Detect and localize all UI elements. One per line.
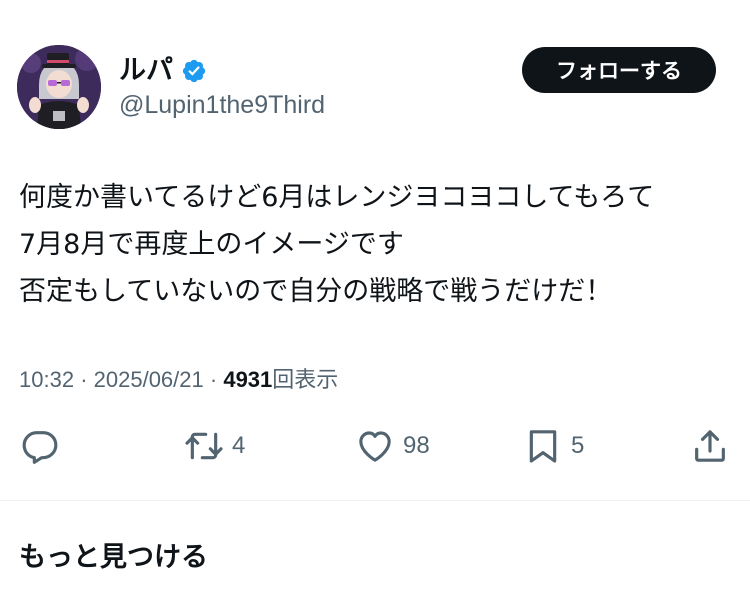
author-display-name[interactable]: ルパ — [119, 56, 173, 86]
author-name-row: ルパ — [119, 56, 207, 86]
action-bar: 4 98 5 — [0, 420, 750, 476]
heart-icon — [359, 431, 391, 462]
like-button[interactable]: 98 — [355, 426, 430, 466]
meta-separator: · — [209, 367, 218, 392]
retweet-button[interactable]: 4 — [184, 426, 245, 466]
like-count: 98 — [403, 432, 430, 459]
tweet-date[interactable]: 2025/06/21 — [94, 367, 204, 392]
views-label: 回表示 — [272, 367, 339, 392]
section-divider — [0, 500, 750, 501]
retweet-count: 4 — [232, 432, 246, 459]
share-icon — [695, 430, 725, 462]
tweet-text-line: 7月8月で再度上のイメージです — [19, 229, 404, 260]
reply-icon — [22, 431, 58, 464]
share-button[interactable] — [690, 426, 730, 466]
tweet-meta: 10:32 · 2025/06/21 · 4931回表示 — [19, 362, 338, 398]
tweet-text: 何度か書いてるけど6月はレンジヨコヨコしてもろて 7月8月で再度上のイメージです… — [19, 174, 734, 315]
tweet-text-line: 何度か書いてるけど6月はレンジヨコヨコしてもろて — [19, 182, 655, 213]
reply-button[interactable] — [20, 426, 60, 466]
tweet-text-line: 否定もしていないので自分の戦略で戦うだけだ！ — [19, 276, 613, 307]
bookmark-count: 5 — [571, 432, 585, 459]
views-count: 4931 — [223, 367, 273, 392]
avatar-image — [17, 45, 101, 129]
retweet-icon — [185, 432, 223, 460]
follow-button[interactable]: フォローする — [522, 47, 716, 93]
verified-badge-icon — [182, 59, 206, 83]
bookmark-icon — [529, 430, 557, 463]
author-handle[interactable]: @Lupin1the9Third — [119, 90, 325, 120]
tweet-time[interactable]: 10:32 — [19, 367, 74, 392]
bookmark-button[interactable]: 5 — [523, 426, 584, 466]
meta-separator: · — [80, 367, 88, 392]
discover-more-heading: もっと見つける — [19, 542, 208, 573]
author-avatar[interactable] — [17, 45, 101, 129]
